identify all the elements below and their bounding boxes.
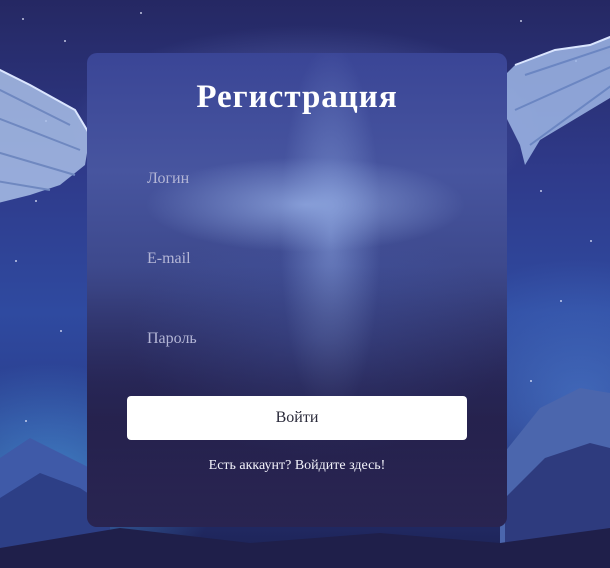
- registration-card: Регистрация Войти Есть аккаунт? Войдите …: [87, 53, 507, 527]
- email-input[interactable]: [127, 242, 467, 276]
- submit-button[interactable]: Войти: [127, 396, 467, 440]
- background-scene: Регистрация Войти Есть аккаунт? Войдите …: [0, 0, 610, 568]
- password-input[interactable]: [127, 322, 467, 356]
- form-title: Регистрация: [196, 79, 398, 115]
- login-input[interactable]: [127, 162, 467, 196]
- dragon-wing-right: [495, 35, 610, 165]
- login-link[interactable]: Есть аккаунт? Войдите здесь!: [87, 458, 507, 474]
- dragon-wing-left: [0, 68, 91, 203]
